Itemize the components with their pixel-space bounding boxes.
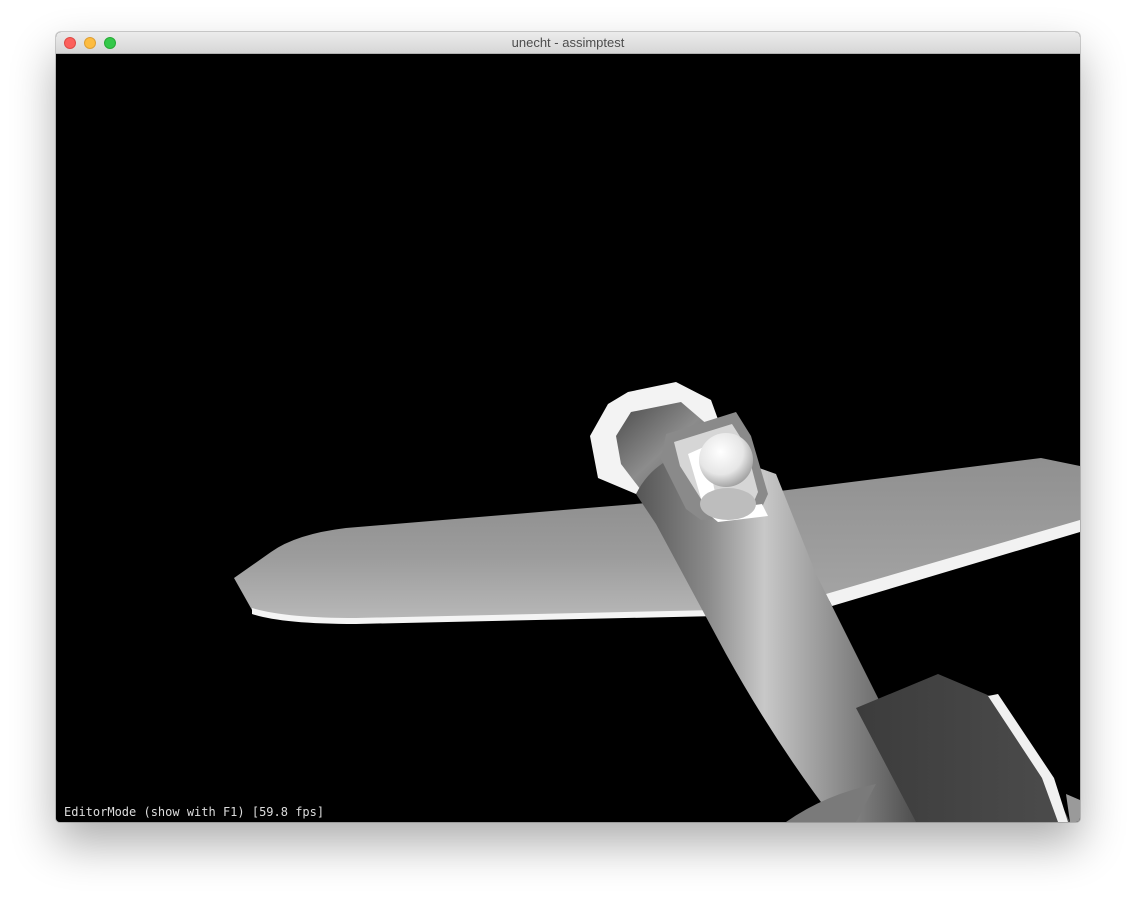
airplane-model-render <box>234 382 1080 822</box>
tail-stabilizer-right <box>1066 794 1080 822</box>
pilot-head <box>699 433 753 487</box>
render-viewport[interactable]: EditorMode (show with F1) [59.8 fps] <box>56 54 1080 822</box>
status-overlay: EditorMode (show with F1) [59.8 fps] <box>64 805 325 819</box>
window-title: unecht - assimptest <box>511 35 625 50</box>
app-window: unecht - assimptest EditorMode (show wit… <box>56 32 1080 822</box>
pilot-shoulders <box>700 488 756 520</box>
title-bar[interactable]: unecht - assimptest <box>56 32 1080 54</box>
